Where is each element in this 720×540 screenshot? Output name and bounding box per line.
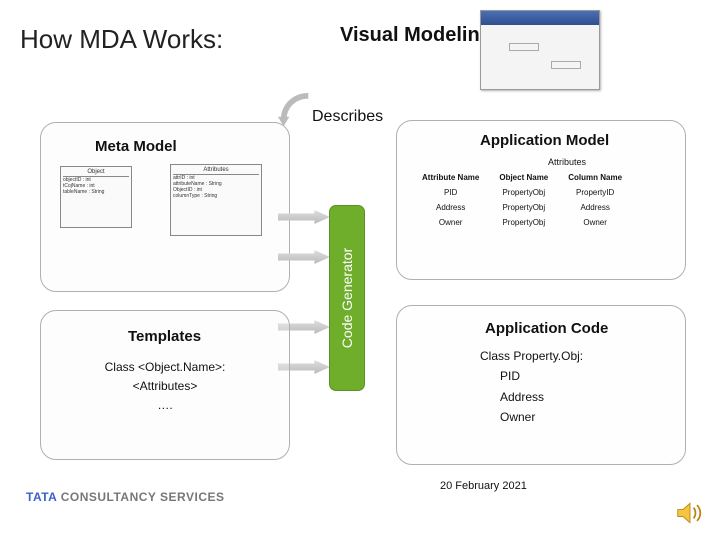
table-row: AddressPropertyObjAddress xyxy=(412,200,632,215)
code-generator-label: Code Generator xyxy=(339,248,355,348)
footer-date: 20 February 2021 xyxy=(440,480,527,492)
attributes-title: Attributes xyxy=(548,157,586,167)
attributes-table: Attribute NameObject NameColumn Name PID… xyxy=(412,170,632,230)
screenshot-thumbnail xyxy=(480,10,600,90)
table-row: OwnerPropertyObjOwner xyxy=(412,215,632,230)
logo-tata: TATA xyxy=(26,490,57,504)
application-code-label: Application Code xyxy=(485,320,608,337)
application-model-label: Application Model xyxy=(480,132,609,149)
footer-logo: TATA CONSULTANCY SERVICES xyxy=(26,490,225,504)
templates-label: Templates xyxy=(128,328,201,345)
meta-model-label: Meta Model xyxy=(95,138,177,155)
uml-class-attribute: Attributes attrID : int attributeName : … xyxy=(170,164,262,236)
slide-title: How MDA Works: xyxy=(20,24,223,55)
uml-class-object: Object objectID : int tCojName : int tab… xyxy=(60,166,132,228)
table-row: PIDPropertyObjPropertyID xyxy=(412,185,632,200)
code-generator-box: Code Generator xyxy=(330,206,364,390)
describes-label: Describes xyxy=(312,108,383,126)
templates-body: Class <Object.Name>: <Attributes> …. xyxy=(82,358,248,416)
visual-modeling-label: Visual Modeling xyxy=(340,24,492,47)
slide: TATATATATATATATATATATATATATATATATATATATA… xyxy=(0,0,720,540)
table-header-row: Attribute NameObject NameColumn Name xyxy=(412,170,632,185)
logo-consultancy: CONSULTANCY SERVICES xyxy=(61,490,225,504)
application-code-body: Class Property.Obj: PID Address Owner xyxy=(480,346,583,428)
speaker-icon xyxy=(676,500,704,526)
